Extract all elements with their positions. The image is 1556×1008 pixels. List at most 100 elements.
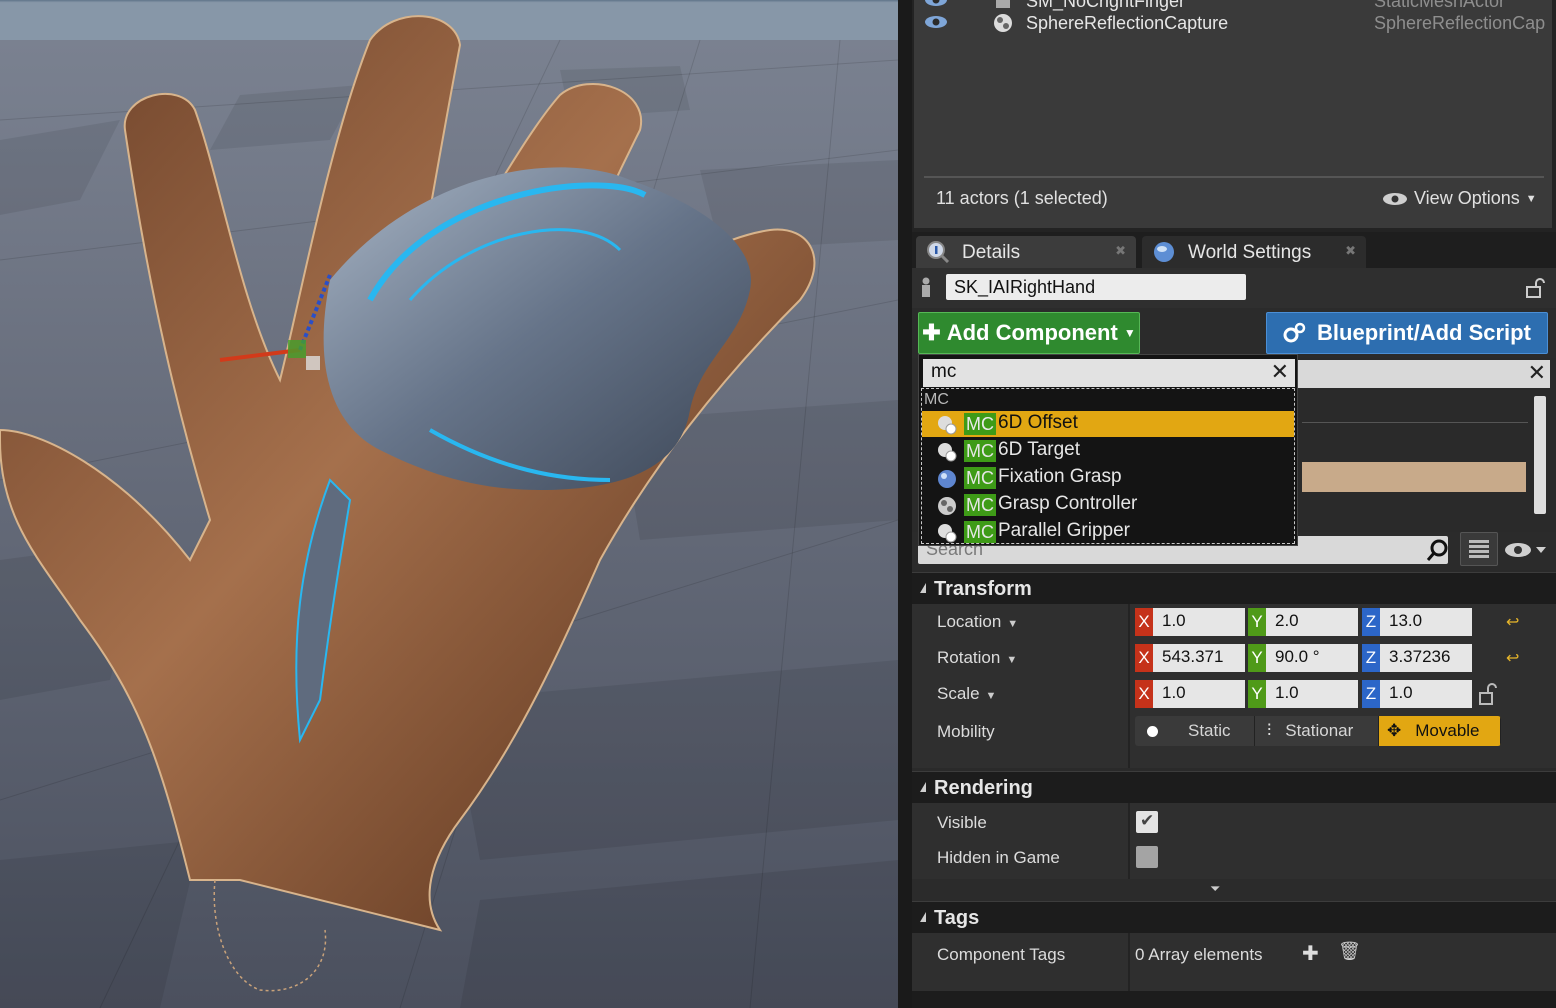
tab-world-settings-label: World Settings <box>1188 242 1312 263</box>
component-spheres-icon <box>938 416 957 435</box>
collapse-arrow-icon <box>920 583 926 593</box>
visible-label: Visible <box>937 813 987 832</box>
outliner-row-label: SphereReflectionCapture <box>1026 13 1229 33</box>
popup-category-label: MC <box>924 391 949 408</box>
plus-icon: ✚ <box>922 320 941 345</box>
scale-row: Scale ▼ X 1.0 Y 1.0 Z 1.0 <box>912 676 1556 712</box>
reset-arrow-icon[interactable]: ↩ <box>1506 648 1519 668</box>
gears-icon <box>1283 322 1306 343</box>
mc-tag: MC <box>964 467 996 489</box>
component-spheres-icon <box>938 497 956 515</box>
location-y[interactable]: Y 2.0 <box>1248 608 1358 636</box>
scale-x[interactable]: X 1.0 <box>1135 680 1245 708</box>
globe-icon <box>1154 242 1174 262</box>
rotation-y[interactable]: Y 90.0 ° <box>1248 644 1358 672</box>
array-elements-count: 0 Array elements <box>1135 945 1263 964</box>
location-row: Location ▼ X 1.0 Y 2.0 Z 13.0 ↩ <box>912 604 1556 640</box>
visibility-filter-button[interactable] <box>1504 540 1548 560</box>
lock-open-icon[interactable] <box>1524 277 1546 299</box>
menu-item-parallel-gripper[interactable]: MC Parallel Gripper <box>922 519 1294 545</box>
trash-icon[interactable]: 🗑 <box>1338 941 1361 962</box>
reset-arrow-icon[interactable]: ↩ <box>1506 612 1519 632</box>
category-tags[interactable]: Tags <box>912 901 1556 933</box>
mobility-selector: Static ⫶ Stationar ✥ Movable <box>1135 716 1501 746</box>
hidden-in-game-label: Hidden in Game <box>937 848 1060 867</box>
visible-checkbox[interactable]: ✔ <box>1136 811 1158 833</box>
clear-search-icon[interactable]: ✕ <box>1271 359 1289 385</box>
popup-search-input[interactable]: mc ✕ <box>923 359 1295 387</box>
menu-item-label: 6D Target <box>998 439 1081 460</box>
menu-item-label: Fixation Grasp <box>998 466 1122 487</box>
lock-open-icon[interactable] <box>1478 682 1498 706</box>
tab-details[interactable]: Details ✖ <box>916 236 1136 268</box>
blueprint-label: Blueprint/Add Script <box>1317 320 1531 345</box>
mc-tag: MC <box>964 494 996 516</box>
clear-search-icon[interactable]: ✕ <box>1528 360 1546 386</box>
eye-icon <box>1505 543 1546 557</box>
move-arrows-icon: ✥ <box>1387 721 1402 740</box>
chevron-down-icon: ▼ <box>1525 192 1537 205</box>
tab-world-settings[interactable]: World Settings ✖ <box>1142 236 1366 268</box>
add-element-icon[interactable]: ✚ <box>1302 941 1319 966</box>
visible-row: Visible ✔ <box>912 805 1556 841</box>
property-matrix-button[interactable] <box>1460 532 1498 566</box>
rotation-x[interactable]: X 543.371 <box>1135 644 1451 672</box>
close-icon[interactable]: ✖ <box>1345 243 1356 259</box>
next-category-edge <box>912 991 1556 1008</box>
static-dot-icon <box>1147 725 1158 737</box>
component-tree[interactable] <box>1296 392 1552 518</box>
panel-tabs: Details ✖ World Settings ✖ <box>912 232 1556 268</box>
component-search-box[interactable]: ✕ <box>1296 360 1550 388</box>
location-x[interactable]: X 1.0 <box>1135 608 1245 636</box>
world-outliner: SM_NoCrightFinger StaticMeshActor Sphere… <box>914 0 1552 228</box>
category-rendering[interactable]: Rendering <box>912 771 1556 803</box>
visibility-eye-icon[interactable] <box>924 0 948 8</box>
selected-component-row[interactable] <box>1302 462 1526 492</box>
3d-viewport[interactable] <box>0 0 898 1008</box>
category-title: Tags <box>934 907 980 929</box>
menu-item-label: Parallel Gripper <box>998 520 1130 541</box>
menu-item-grasp-controller[interactable]: MC Grasp Controller <box>922 492 1294 518</box>
tab-details-label: Details <box>962 242 1021 263</box>
category-transform[interactable]: Transform <box>912 572 1556 604</box>
hidden-in-game-checkbox[interactable] <box>1136 846 1158 868</box>
viewport-splitter[interactable] <box>898 0 912 1008</box>
actor-name-field[interactable] <box>946 274 1246 300</box>
viewport-scene <box>0 0 898 1008</box>
tree-scrollbar[interactable] <box>1534 396 1546 514</box>
mobility-movable[interactable]: ✥ Movable <box>1379 716 1501 746</box>
collapse-arrow-icon <box>920 912 926 922</box>
location-label[interactable]: Location ▼ <box>937 612 1018 632</box>
scale-y[interactable]: Y 1.0 <box>1248 680 1358 708</box>
menu-item-label: 6D Offset <box>998 412 1078 433</box>
outliner-row[interactable]: SphereReflectionCapture SphereReflection… <box>914 10 1552 36</box>
rotation-z[interactable]: Z 3.37236 <box>1362 644 1472 672</box>
eye-icon <box>1383 192 1407 205</box>
scale-label[interactable]: Scale ▼ <box>937 684 996 704</box>
hidden-in-game-row: Hidden in Game <box>912 840 1556 876</box>
outliner-divider <box>924 176 1544 178</box>
menu-item-6d-target[interactable]: MC 6D Target <box>922 438 1294 464</box>
mobility-static[interactable]: Static <box>1135 716 1255 746</box>
mobility-stationary[interactable]: ⫶ Stationar <box>1255 716 1379 746</box>
rendering-section: Visible ✔ Hidden in Game <box>912 803 1556 879</box>
scale-z[interactable]: Z 1.0 <box>1362 680 1472 708</box>
advanced-expander[interactable]: ⏷ <box>912 879 1556 901</box>
add-component-label: Add Component <box>946 320 1118 345</box>
visibility-eye-icon[interactable] <box>924 14 948 30</box>
mc-tag: MC <box>964 521 996 543</box>
blueprint-add-script-button[interactable]: Blueprint/Add Script <box>1266 312 1548 354</box>
search-icon[interactable] <box>1426 538 1450 562</box>
menu-item-fixation-grasp[interactable]: MC Fixation Grasp <box>922 465 1294 491</box>
rotation-label[interactable]: Rotation ▼ <box>937 648 1017 668</box>
view-options-button[interactable]: View Options ▼ <box>1382 188 1537 209</box>
add-component-popup: mc ✕ MC MC 6D Offset MC 6D Target MC Fix… <box>918 354 1298 546</box>
rotation-row: Rotation ▼ X 543.371 Y 90.0 ° Z 3.37236 ↩ <box>912 640 1556 676</box>
close-icon[interactable]: ✖ <box>1115 243 1126 259</box>
outliner-row-type: SphereReflectionCap <box>1374 13 1546 33</box>
expand-advanced-icon: ⏷ <box>1210 881 1221 896</box>
location-z[interactable]: Z 13.0 <box>1362 608 1472 636</box>
add-component-button[interactable]: ✚ Add Component ▼ <box>918 312 1140 354</box>
chevron-down-icon: ▼ <box>1123 326 1136 340</box>
menu-item-6d-offset[interactable]: MC 6D Offset <box>922 411 1294 437</box>
